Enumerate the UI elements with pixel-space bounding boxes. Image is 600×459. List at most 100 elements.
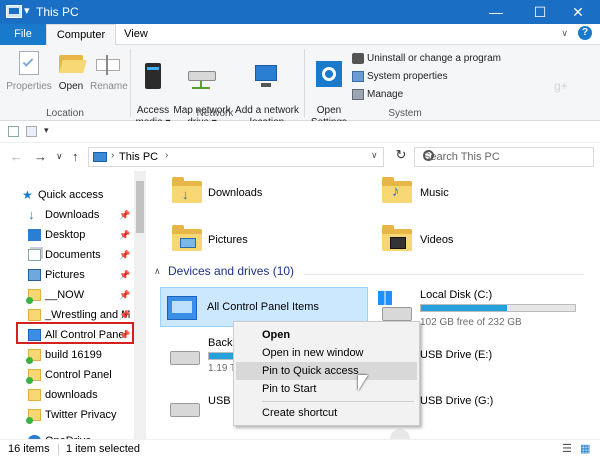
menu-item-pin-quick-access[interactable]: Pin to Quick access (236, 362, 417, 380)
navigation-pane: ★ Quick access ↓ Downloads 📌 Desktop 📌 D… (0, 171, 146, 439)
folder-icon (28, 389, 41, 401)
nav-label: Documents (45, 249, 101, 261)
tiles-view-icon[interactable]: ▦ (580, 442, 590, 455)
breadcrumb-this-pc[interactable]: This PC (119, 151, 158, 163)
manage-label: Manage (367, 89, 404, 101)
backup-drive-icon[interactable] (170, 351, 200, 365)
rename-button[interactable]: Rename (90, 49, 128, 93)
local-disk-free: 102 GB free of 232 GB (420, 317, 522, 328)
pin-icon: 📌 (119, 270, 131, 280)
nav-item-onedrive[interactable]: OneDrive (0, 431, 134, 439)
minimize-button[interactable]: — (474, 0, 518, 24)
ribbon-separator (304, 49, 305, 117)
quick-access-toolbar-dropdown[interactable]: ▾ (24, 4, 30, 17)
pin-icon: 📌 (119, 230, 131, 240)
nav-item-quick-access[interactable]: ★ Quick access (0, 185, 134, 205)
network-location-icon (251, 61, 283, 91)
selection-count: 1 item selected (66, 443, 140, 455)
customize-qat-dropdown[interactable]: ▾ (44, 125, 49, 136)
group-location: Location (46, 108, 84, 119)
downloads-folder-icon[interactable]: ↓ (172, 177, 202, 203)
nav-item-downloads-folder[interactable]: downloads (0, 385, 134, 405)
properties-qat-icon[interactable] (8, 126, 19, 137)
group-network: Network (196, 108, 234, 119)
usb-drive-e-label[interactable]: USB Drive (E:) (420, 349, 492, 361)
scrollbar-thumb[interactable] (136, 181, 144, 233)
title-bar: ▾ This PC — ☐ ✕ (0, 0, 600, 24)
main-scrollbar-arrow[interactable] (390, 429, 410, 439)
local-disk-icon[interactable] (382, 307, 412, 321)
open-settings-button[interactable]: Open Settings (308, 49, 350, 129)
windows-logo-icon (378, 291, 392, 305)
nav-item-desktop[interactable]: Desktop 📌 (0, 225, 134, 245)
usb-drive-icon[interactable] (170, 403, 200, 417)
nav-label: Twitter Privacy (45, 409, 117, 421)
open-button[interactable]: Open (54, 49, 88, 93)
forward-button[interactable]: → (34, 149, 47, 164)
folder-downloads[interactable]: Downloads (208, 187, 262, 199)
system-properties-button[interactable]: System properties (352, 71, 448, 82)
nav-scrollbar[interactable] (134, 171, 146, 439)
sync-check-icon (26, 377, 33, 384)
folder-pictures[interactable]: Pictures (208, 234, 248, 246)
pictures-folder-icon[interactable] (172, 225, 202, 251)
local-disk-label[interactable]: Local Disk (C:) (420, 289, 492, 301)
properties-button[interactable]: Properties (6, 49, 52, 93)
status-bar: 16 items 1 item selected ☰ ▦ (0, 439, 600, 459)
nav-label: downloads (45, 389, 98, 401)
status-divider (58, 444, 59, 455)
access-media-button[interactable]: Access media ▾ (134, 49, 172, 129)
menu-item-pin-start[interactable]: Pin to Start (236, 380, 417, 398)
breadcrumb-separator[interactable]: › (165, 150, 168, 161)
search-input[interactable]: Search This PC (414, 147, 594, 167)
nav-item-twitter-privacy[interactable]: Twitter Privacy (0, 405, 134, 425)
usb-drive-g-label[interactable]: USB Drive (G:) (420, 395, 493, 407)
folder-music[interactable]: Music (420, 187, 449, 199)
menu-item-open[interactable]: Open (236, 326, 417, 344)
tab-computer[interactable]: Computer (46, 24, 116, 46)
collapse-ribbon-icon[interactable]: ∨ (561, 28, 568, 39)
close-button[interactable]: ✕ (556, 0, 600, 24)
music-folder-icon[interactable]: ♪ (382, 177, 412, 203)
back-button[interactable]: ← (10, 149, 23, 164)
tab-view[interactable]: View (116, 24, 156, 45)
section-divider (304, 274, 584, 275)
address-dropdown[interactable]: ∨ (371, 150, 378, 161)
search-icon (423, 150, 434, 161)
new-folder-qat-icon[interactable] (26, 126, 37, 137)
videos-folder-icon[interactable] (382, 225, 412, 251)
up-button[interactable]: ↑ (72, 149, 79, 164)
address-bar[interactable]: › This PC › ∨ (88, 147, 384, 167)
uninstall-program-button[interactable]: Uninstall or change a program (352, 53, 501, 64)
star-icon: ★ (22, 188, 33, 202)
usage-fill (421, 305, 508, 311)
manage-button[interactable]: Manage (352, 89, 403, 100)
folder-videos[interactable]: Videos (420, 234, 453, 246)
nav-item-pictures[interactable]: Pictures 📌 (0, 265, 134, 285)
nav-item-now[interactable]: __NOW 📌 (0, 285, 134, 305)
ribbon-tabs: File Computer View ∨ ? (0, 24, 600, 46)
nav-item-downloads[interactable]: ↓ Downloads 📌 (0, 205, 134, 225)
folder-open-icon (55, 49, 87, 79)
documents-icon (28, 249, 41, 261)
menu-item-create-shortcut[interactable]: Create shortcut (236, 404, 417, 422)
nav-item-control-panel[interactable]: Control Panel (0, 365, 134, 385)
quick-access-toolbar: ▾ (0, 121, 600, 143)
menu-item-open-new-window[interactable]: Open in new window (236, 344, 417, 362)
item-count: 16 items (8, 443, 50, 455)
breadcrumb-separator[interactable]: › (111, 150, 114, 161)
download-icon: ↓ (28, 207, 35, 222)
collapse-section-icon[interactable]: ∧ (154, 266, 161, 277)
tab-file[interactable]: File (0, 24, 46, 45)
nav-item-build-16199[interactable]: build 16199 (0, 345, 134, 365)
watermark: g+ (554, 79, 568, 93)
refresh-button[interactable]: ↻ (390, 147, 412, 167)
nav-item-documents[interactable]: Documents 📌 (0, 245, 134, 265)
system-properties-icon (352, 71, 364, 82)
address-bar-row: ← → ∨ ↑ › This PC › ∨ ↻ Search This PC (0, 143, 600, 171)
recent-locations-dropdown[interactable]: ∨ (56, 151, 63, 162)
rename-icon (92, 49, 124, 79)
control-panel-icon (167, 296, 197, 320)
help-icon[interactable]: ? (578, 26, 592, 40)
details-view-icon[interactable]: ☰ (562, 442, 572, 455)
